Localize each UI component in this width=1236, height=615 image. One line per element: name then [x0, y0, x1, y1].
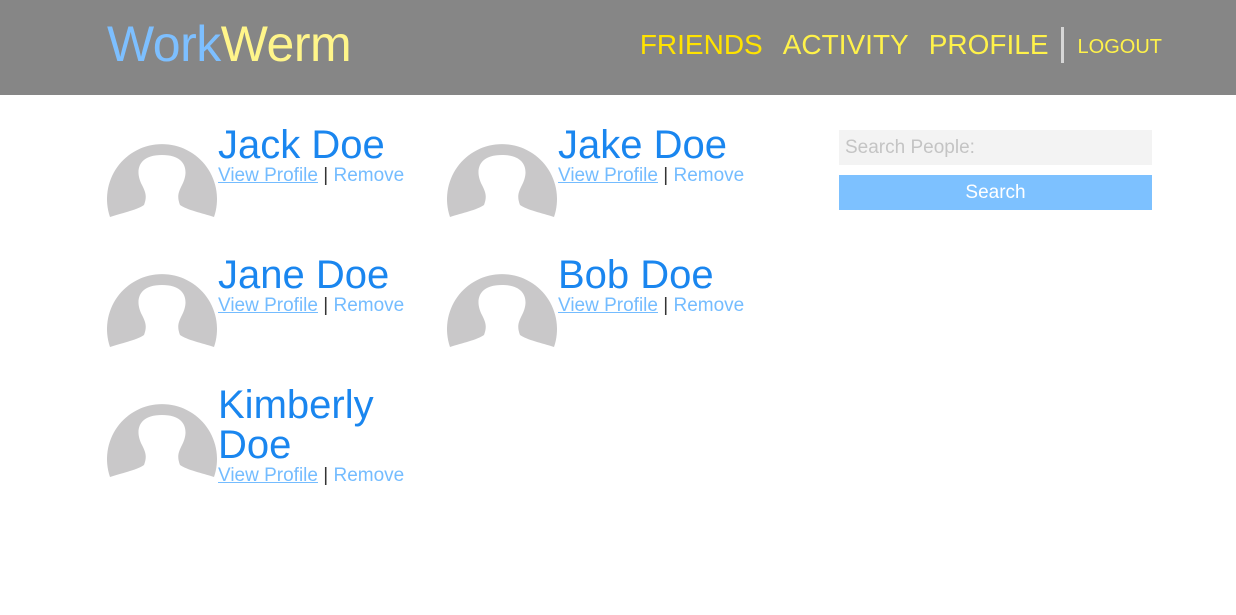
nav-logout[interactable]: LOGOUT [1078, 35, 1162, 59]
view-profile-link[interactable]: View Profile [218, 295, 318, 316]
link-separator: | [663, 295, 669, 316]
link-separator: | [663, 165, 669, 186]
link-separator: | [323, 295, 329, 316]
friend-info: Jake Doe View Profile | Remove [558, 125, 758, 187]
friend-card: Jane Doe View Profile | Remove [107, 255, 437, 370]
nav-divider [1060, 27, 1064, 63]
friend-actions: View Profile | Remove [558, 295, 758, 317]
friend-name: Jane Doe [218, 253, 390, 297]
search-button[interactable]: Search [839, 175, 1152, 210]
search-people-input[interactable] [839, 130, 1152, 165]
view-profile-link[interactable]: View Profile [558, 165, 658, 186]
friend-card: Jake Doe View Profile | Remove [447, 125, 777, 240]
view-profile-link[interactable]: View Profile [558, 295, 658, 316]
friend-actions: View Profile | Remove [218, 295, 418, 317]
nav-friends[interactable]: FRIENDS [640, 29, 763, 61]
friend-actions: View Profile | Remove [218, 465, 408, 487]
friend-info: Jane Doe View Profile | Remove [218, 255, 418, 317]
friend-name: Jack Doe [218, 123, 385, 167]
logo-work: Work [107, 16, 221, 72]
remove-link[interactable]: Remove [333, 465, 404, 486]
remove-link[interactable]: Remove [333, 165, 404, 186]
link-separator: | [323, 465, 329, 486]
avatar-icon[interactable] [447, 125, 557, 217]
friend-card: Jack Doe View Profile | Remove [107, 125, 437, 240]
main-nav: FRIENDS ACTIVITY PROFILE LOGOUT [640, 27, 1162, 63]
remove-link[interactable]: Remove [333, 295, 404, 316]
friend-card: Bob Doe View Profile | Remove [447, 255, 777, 370]
friend-actions: View Profile | Remove [558, 165, 758, 187]
view-profile-link[interactable]: View Profile [218, 465, 318, 486]
remove-link[interactable]: Remove [673, 295, 744, 316]
avatar-icon[interactable] [107, 385, 217, 477]
friend-card: Kimberly Doe View Profile | Remove [107, 385, 437, 495]
remove-link[interactable]: Remove [673, 165, 744, 186]
nav-profile[interactable]: PROFILE [929, 29, 1049, 61]
top-header: WorkWerm FRIENDS ACTIVITY PROFILE LOGOUT [0, 0, 1236, 95]
logo-werm: Werm [220, 16, 352, 72]
avatar-icon[interactable] [107, 255, 217, 347]
friend-actions: View Profile | Remove [218, 165, 418, 187]
friend-info: Jack Doe View Profile | Remove [218, 125, 418, 187]
friend-info: Kimberly Doe View Profile | Remove [218, 385, 408, 487]
avatar-icon[interactable] [107, 125, 217, 217]
friend-name: Kimberly Doe [218, 383, 374, 467]
view-profile-link[interactable]: View Profile [218, 165, 318, 186]
friend-name: Bob Doe [558, 253, 714, 297]
logo[interactable]: WorkWerm [107, 16, 352, 72]
link-separator: | [323, 165, 329, 186]
friend-info: Bob Doe View Profile | Remove [558, 255, 758, 317]
nav-activity[interactable]: ACTIVITY [783, 29, 909, 61]
friend-name: Jake Doe [558, 123, 727, 167]
avatar-icon[interactable] [447, 255, 557, 347]
